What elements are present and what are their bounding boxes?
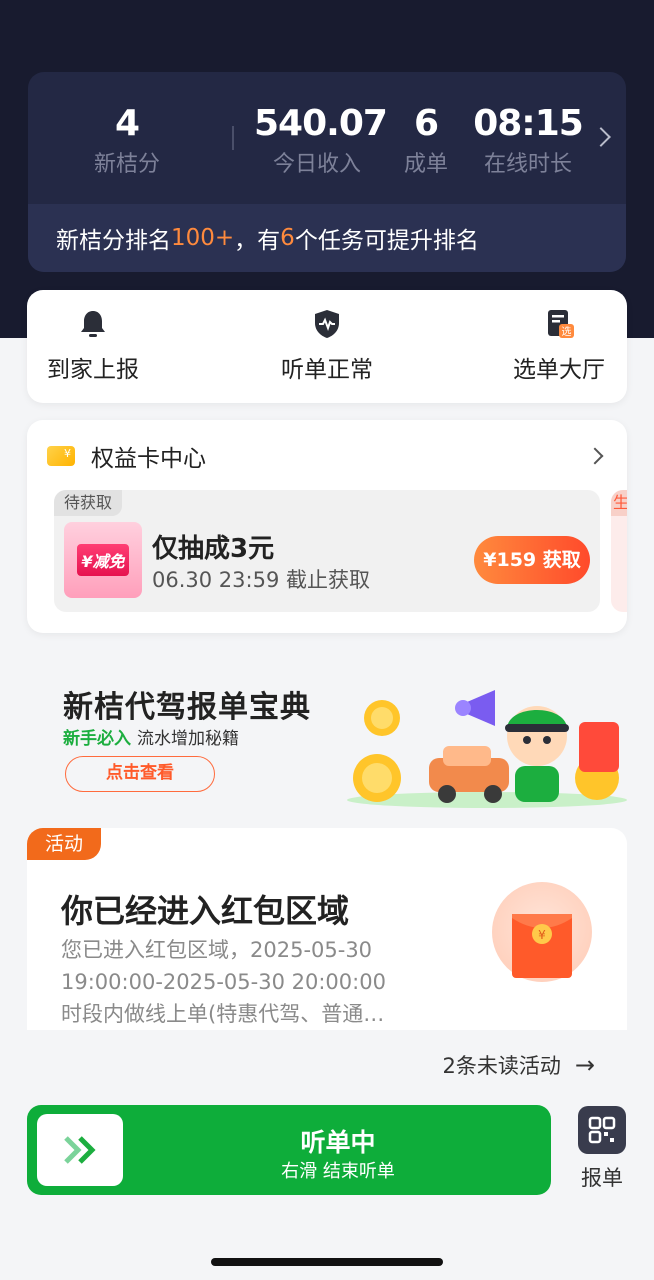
activity-footer[interactable]: 2条未读活动 → — [27, 1030, 627, 1078]
home-indicator[interactable] — [211, 1258, 443, 1266]
discount-coupon-icon: ¥减免 — [64, 522, 142, 598]
coupon-get-button[interactable]: ¥159 获取 — [474, 536, 590, 584]
svg-text:选: 选 — [562, 325, 572, 338]
guide-banner[interactable]: 新桔代驾报单宝典 新手必入 流水增加秘籍 点击查看 — [27, 652, 627, 812]
coupon-title: 仅抽成3元 — [152, 534, 275, 564]
stats-row: 4 新桔分 540.07 今日收入 6 成单 08:15 在线时长 — [28, 72, 626, 204]
rank-middle: ，有 — [234, 228, 281, 254]
stat-income[interactable]: 540.07 今日收入 — [254, 102, 388, 180]
coupon-image-text: ¥减免 — [77, 544, 129, 576]
slide-handle[interactable] — [37, 1114, 123, 1186]
listening-slider[interactable]: 听单中 右滑 结束听单 — [27, 1105, 551, 1195]
rank-value: 100+ — [171, 225, 235, 251]
rank-bar[interactable]: 新桔分排名 100+ ，有 6 个任务可提升排名 — [28, 204, 626, 272]
activity-tag: 活动 — [27, 828, 101, 860]
stat-online-time-label: 在线时长 — [483, 152, 572, 177]
chevron-right-icon[interactable] — [591, 127, 611, 147]
report-order-label[interactable]: 报单 — [570, 1162, 634, 1192]
double-chevron-right-icon — [64, 1136, 96, 1164]
quick-action-label: 选单大厅 — [513, 357, 605, 383]
stat-online-time-value: 08:15 — [473, 103, 584, 144]
red-envelope-icon: ¥ — [492, 882, 592, 982]
svg-text:¥: ¥ — [538, 928, 546, 942]
red-envelope-graphic: ¥ — [512, 914, 572, 978]
rank-suffix: 个任务可提升排名 — [294, 228, 479, 254]
stat-divider — [232, 126, 234, 150]
benefit-card-icon — [47, 446, 75, 466]
quick-action-listening-status[interactable]: 听单正常 — [279, 308, 375, 384]
banner-title: 新桔代驾报单宝典 — [63, 690, 311, 725]
benefit-card-center: 权益卡中心 待获取 ¥减免 仅抽成3元 06.30 23:59 截止获取 ¥15… — [27, 420, 627, 633]
activity-description: 您已进入红包区域，2025-05-30 19:00:00-2025-05-30 … — [61, 938, 386, 1026]
arrow-right-icon: → — [574, 1051, 595, 1078]
quick-action-order-hall[interactable]: 选 选单大厅 — [511, 308, 607, 384]
coupon-card[interactable]: 待获取 ¥减免 仅抽成3元 06.30 23:59 截止获取 ¥159 获取 — [54, 490, 600, 612]
chevron-right-icon[interactable] — [586, 447, 604, 465]
next-coupon-tag: 生 — [611, 490, 627, 516]
report-order-button[interactable] — [578, 1106, 626, 1154]
unread-activities-label: 2条未读活动 — [442, 1054, 561, 1078]
stat-orders-value: 6 — [413, 103, 439, 144]
banner-subtitle: 新手必入 流水增加秘籍 — [63, 724, 239, 749]
benefit-title: 权益卡中心 — [91, 446, 206, 472]
shield-pulse-icon — [315, 310, 339, 338]
qr-code-icon — [588, 1116, 616, 1144]
banner-sub-text: 流水增加秘籍 — [137, 729, 239, 749]
stat-income-label: 今日收入 — [272, 152, 361, 177]
coupon-status-tag: 待获取 — [54, 490, 123, 516]
driver-mascot-illustration — [347, 690, 627, 808]
stat-income-value: 540.07 — [254, 103, 388, 144]
stat-orders[interactable]: 6 成单 — [392, 102, 460, 180]
activity-card[interactable]: 活动 你已经进入红包区域 您已进入红包区域，2025-05-30 19:00:0… — [27, 828, 627, 1078]
quick-action-home-report[interactable]: 到家上报 — [45, 308, 141, 384]
quick-actions-card: 到家上报 听单正常 选 选单大厅 — [27, 290, 627, 403]
stat-orders-label: 成单 — [403, 152, 448, 177]
banner-view-button[interactable]: 点击查看 — [65, 756, 215, 792]
bell-icon — [81, 311, 105, 337]
unread-activities-link[interactable]: 2条未读活动 → — [443, 1050, 595, 1078]
stat-score-label: 新桔分 — [93, 152, 160, 177]
slide-hint: 右滑 结束听单 — [281, 1161, 395, 1182]
coupon-deadline: 06.30 23:59 截止获取 — [152, 568, 370, 592]
stats-card[interactable]: 4 新桔分 540.07 今日收入 6 成单 08:15 在线时长 新桔分排名 1… — [28, 72, 626, 272]
listening-status: 听单中 — [300, 1128, 376, 1157]
activity-title: 你已经进入红包区域 — [61, 892, 350, 930]
task-count: 6 — [280, 225, 295, 251]
stat-online-time[interactable]: 08:15 在线时长 — [472, 102, 584, 180]
banner-sub-highlight: 新手必入 — [63, 729, 131, 749]
quick-action-label: 到家上报 — [47, 357, 139, 383]
rank-prefix: 新桔分排名 — [56, 228, 171, 254]
quick-action-label: 听单正常 — [281, 357, 373, 383]
select-doc-icon: 选 — [548, 310, 574, 338]
stat-score[interactable]: 4 新桔分 — [72, 102, 182, 180]
benefit-header[interactable]: 权益卡中心 — [47, 440, 206, 472]
stat-score-value: 4 — [114, 103, 140, 144]
